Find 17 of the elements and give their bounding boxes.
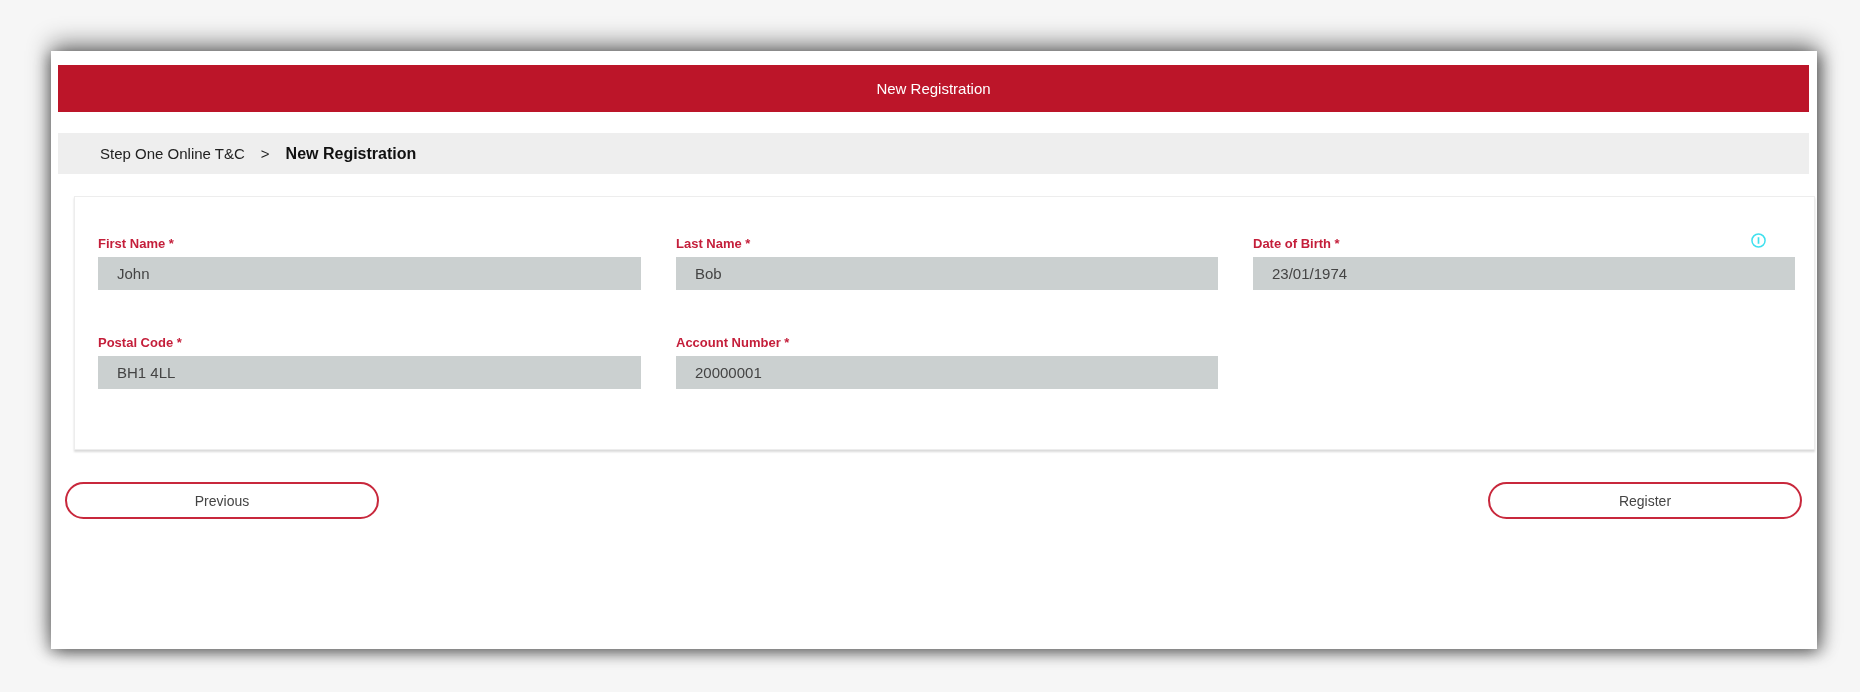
- breadcrumb-link[interactable]: Step One Online T&C: [100, 145, 245, 162]
- input-field[interactable]: Bob: [676, 257, 1218, 290]
- input-field[interactable]: 20000001: [676, 356, 1218, 389]
- field-label: Postal Code *: [98, 335, 182, 350]
- input-field[interactable]: BH1 4LL: [98, 356, 641, 389]
- field-label: First Name *: [98, 236, 174, 251]
- field-label: Last Name *: [676, 236, 751, 251]
- field-label: Date of Birth *: [1253, 236, 1340, 251]
- breadcrumb-current: New Registration: [285, 144, 417, 163]
- field-label: Account Number *: [676, 335, 790, 350]
- input-field[interactable]: 23/01/1974: [1253, 257, 1795, 290]
- previous-button[interactable]: Previous: [65, 482, 379, 519]
- info-icon[interactable]: [1751, 233, 1766, 248]
- header-title: New Registration: [876, 80, 991, 97]
- input-field[interactable]: John: [98, 257, 641, 290]
- breadcrumb-separator: >: [260, 145, 270, 162]
- register-button[interactable]: Register: [1488, 482, 1802, 519]
